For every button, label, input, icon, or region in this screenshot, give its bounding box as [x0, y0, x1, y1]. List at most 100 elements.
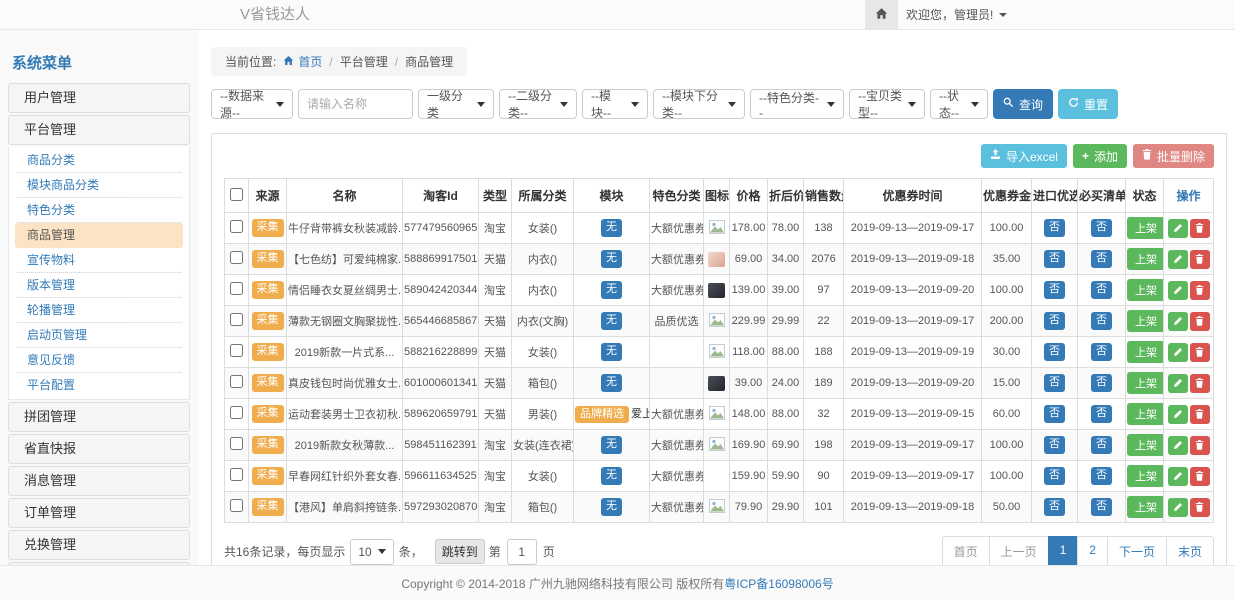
filter-select[interactable]: --模块-- — [582, 89, 648, 119]
edit-button[interactable] — [1168, 405, 1188, 424]
status-button[interactable]: 上架 — [1127, 248, 1164, 270]
delete-button[interactable] — [1190, 219, 1210, 238]
sidebar-title: 系统菜单 — [8, 48, 190, 83]
status-button[interactable]: 上架 — [1127, 496, 1164, 518]
filter-select-value: --模块下分类-- — [662, 87, 722, 121]
user-menu[interactable]: 欢迎您，管理员! — [906, 0, 1007, 29]
edit-button[interactable] — [1168, 312, 1188, 331]
sidebar-group-拼团管理[interactable]: 拼团管理 — [8, 402, 190, 432]
module-extra-text: 爱上运动 — [631, 408, 650, 420]
status-button[interactable]: 上架 — [1127, 341, 1164, 363]
sidebar-group-用户管理[interactable]: 用户管理 — [8, 83, 190, 113]
row-checkbox[interactable] — [230, 251, 243, 264]
caret-down-icon — [276, 102, 284, 107]
breadcrumb-item[interactable]: 平台管理 — [340, 53, 388, 70]
filter-select[interactable]: --模块下分类-- — [653, 89, 745, 119]
row-checkbox[interactable] — [230, 282, 243, 295]
status-button[interactable]: 上架 — [1127, 434, 1164, 456]
status-button[interactable]: 上架 — [1127, 310, 1164, 332]
sidebar-subitem-宣传物料[interactable]: 宣传物料 — [15, 248, 183, 273]
sidebar-subitem-意见反馈[interactable]: 意见反馈 — [15, 348, 183, 373]
icon-cell — [704, 430, 730, 461]
status-button[interactable]: 上架 — [1127, 403, 1164, 425]
edit-button[interactable] — [1168, 219, 1188, 238]
pager-button-下一页[interactable]: 下一页 — [1107, 536, 1167, 567]
coupon-amount-cell: 200.00 — [982, 306, 1032, 337]
sidebar-subitem-商品管理[interactable]: 商品管理 — [15, 223, 183, 248]
filter-select[interactable]: --数据来源-- — [211, 89, 293, 119]
edit-button[interactable] — [1168, 436, 1188, 455]
delete-button[interactable] — [1190, 436, 1210, 455]
sidebar-subitem-平台配置[interactable]: 平台配置 — [15, 373, 183, 398]
icp-link[interactable]: 粤ICP备16098006号 — [724, 575, 833, 592]
pager-button-2[interactable]: 2 — [1077, 536, 1108, 567]
sidebar-subitem-商品分类[interactable]: 商品分类 — [15, 148, 183, 173]
row-checkbox[interactable] — [230, 468, 243, 481]
delete-button[interactable] — [1190, 250, 1210, 269]
filter-select[interactable]: --二级分类-- — [499, 89, 577, 119]
row-checkbox[interactable] — [230, 406, 243, 419]
filter-select[interactable]: 一级分类 — [418, 89, 494, 119]
sidebar-subitem-特色分类[interactable]: 特色分类 — [15, 198, 183, 223]
edit-button[interactable] — [1168, 467, 1188, 486]
status-button[interactable]: 上架 — [1127, 279, 1164, 301]
pager-button-上一页[interactable]: 上一页 — [989, 536, 1049, 567]
icon-cell — [704, 337, 730, 368]
breadcrumb-home-link[interactable]: 首页 — [283, 53, 322, 70]
reset-button[interactable]: 重置 — [1058, 89, 1118, 119]
filter-select[interactable]: --状态-- — [930, 89, 988, 119]
row-checkbox[interactable] — [230, 437, 243, 450]
status-button[interactable]: 上架 — [1127, 372, 1164, 394]
module-cell: 无 — [574, 461, 650, 492]
filter-select[interactable]: --特色分类-- — [750, 89, 844, 119]
jump-to-button[interactable]: 跳转到 — [435, 539, 485, 564]
page-number-input[interactable] — [507, 539, 537, 565]
pager-button-首页[interactable]: 首页 — [942, 536, 990, 567]
page-size-select[interactable]: 10 — [350, 539, 393, 565]
delete-button[interactable] — [1190, 312, 1210, 331]
table-row: 采集2019新款女秋薄款...598451162391淘宝女装(连衣裙)无大额优… — [225, 430, 1214, 461]
delete-button[interactable] — [1190, 467, 1210, 486]
batch-delete-button[interactable]: 批量删除 — [1133, 144, 1214, 168]
module-cell: 无 — [574, 430, 650, 461]
delete-button[interactable] — [1190, 343, 1210, 362]
edit-button[interactable] — [1168, 281, 1188, 300]
pager-button-1[interactable]: 1 — [1048, 536, 1079, 567]
filter-select[interactable]: --宝贝类型-- — [849, 89, 925, 119]
row-checkbox[interactable] — [230, 499, 243, 512]
delete-button[interactable] — [1190, 405, 1210, 424]
row-checkbox[interactable] — [230, 313, 243, 326]
type-cell: 天猫 — [479, 399, 512, 430]
status-button[interactable]: 上架 — [1127, 465, 1164, 487]
delete-button[interactable] — [1190, 374, 1210, 393]
sidebar-subitem-模块商品分类[interactable]: 模块商品分类 — [15, 173, 183, 198]
edit-button[interactable] — [1168, 343, 1188, 362]
sidebar-group-省直快报[interactable]: 省直快报 — [8, 434, 190, 464]
sidebar-subitem-启动页管理[interactable]: 启动页管理 — [15, 323, 183, 348]
name-search-input[interactable] — [298, 89, 413, 119]
sidebar-group-消息管理[interactable]: 消息管理 — [8, 466, 190, 496]
sidebar-group-平台管理[interactable]: 平台管理 — [8, 115, 190, 145]
row-checkbox[interactable] — [230, 220, 243, 233]
import-select-cell: 否 — [1032, 399, 1078, 430]
sidebar-group-兑换管理[interactable]: 兑换管理 — [8, 530, 190, 560]
home-shortcut-button[interactable] — [865, 0, 898, 29]
delete-button[interactable] — [1190, 498, 1210, 517]
status-button[interactable]: 上架 — [1127, 217, 1164, 239]
sidebar-group-订单管理[interactable]: 订单管理 — [8, 498, 190, 528]
edit-button[interactable] — [1168, 250, 1188, 269]
sidebar-subitem-轮播管理[interactable]: 轮播管理 — [15, 298, 183, 323]
price-cell: 229.99 — [730, 306, 768, 337]
search-button[interactable]: 查询 — [993, 89, 1053, 119]
edit-button[interactable] — [1168, 374, 1188, 393]
select-all-checkbox[interactable] — [230, 188, 243, 201]
edit-button[interactable] — [1168, 498, 1188, 517]
row-checkbox[interactable] — [230, 375, 243, 388]
sidebar-subitem-版本管理[interactable]: 版本管理 — [15, 273, 183, 298]
add-button[interactable]: + 添加 — [1073, 144, 1127, 168]
row-checkbox[interactable] — [230, 344, 243, 357]
import-excel-button[interactable]: 导入excel — [981, 144, 1067, 168]
pager-button-末页[interactable]: 末页 — [1166, 536, 1214, 567]
delete-button[interactable] — [1190, 281, 1210, 300]
import-select-badge: 否 — [1044, 219, 1065, 236]
